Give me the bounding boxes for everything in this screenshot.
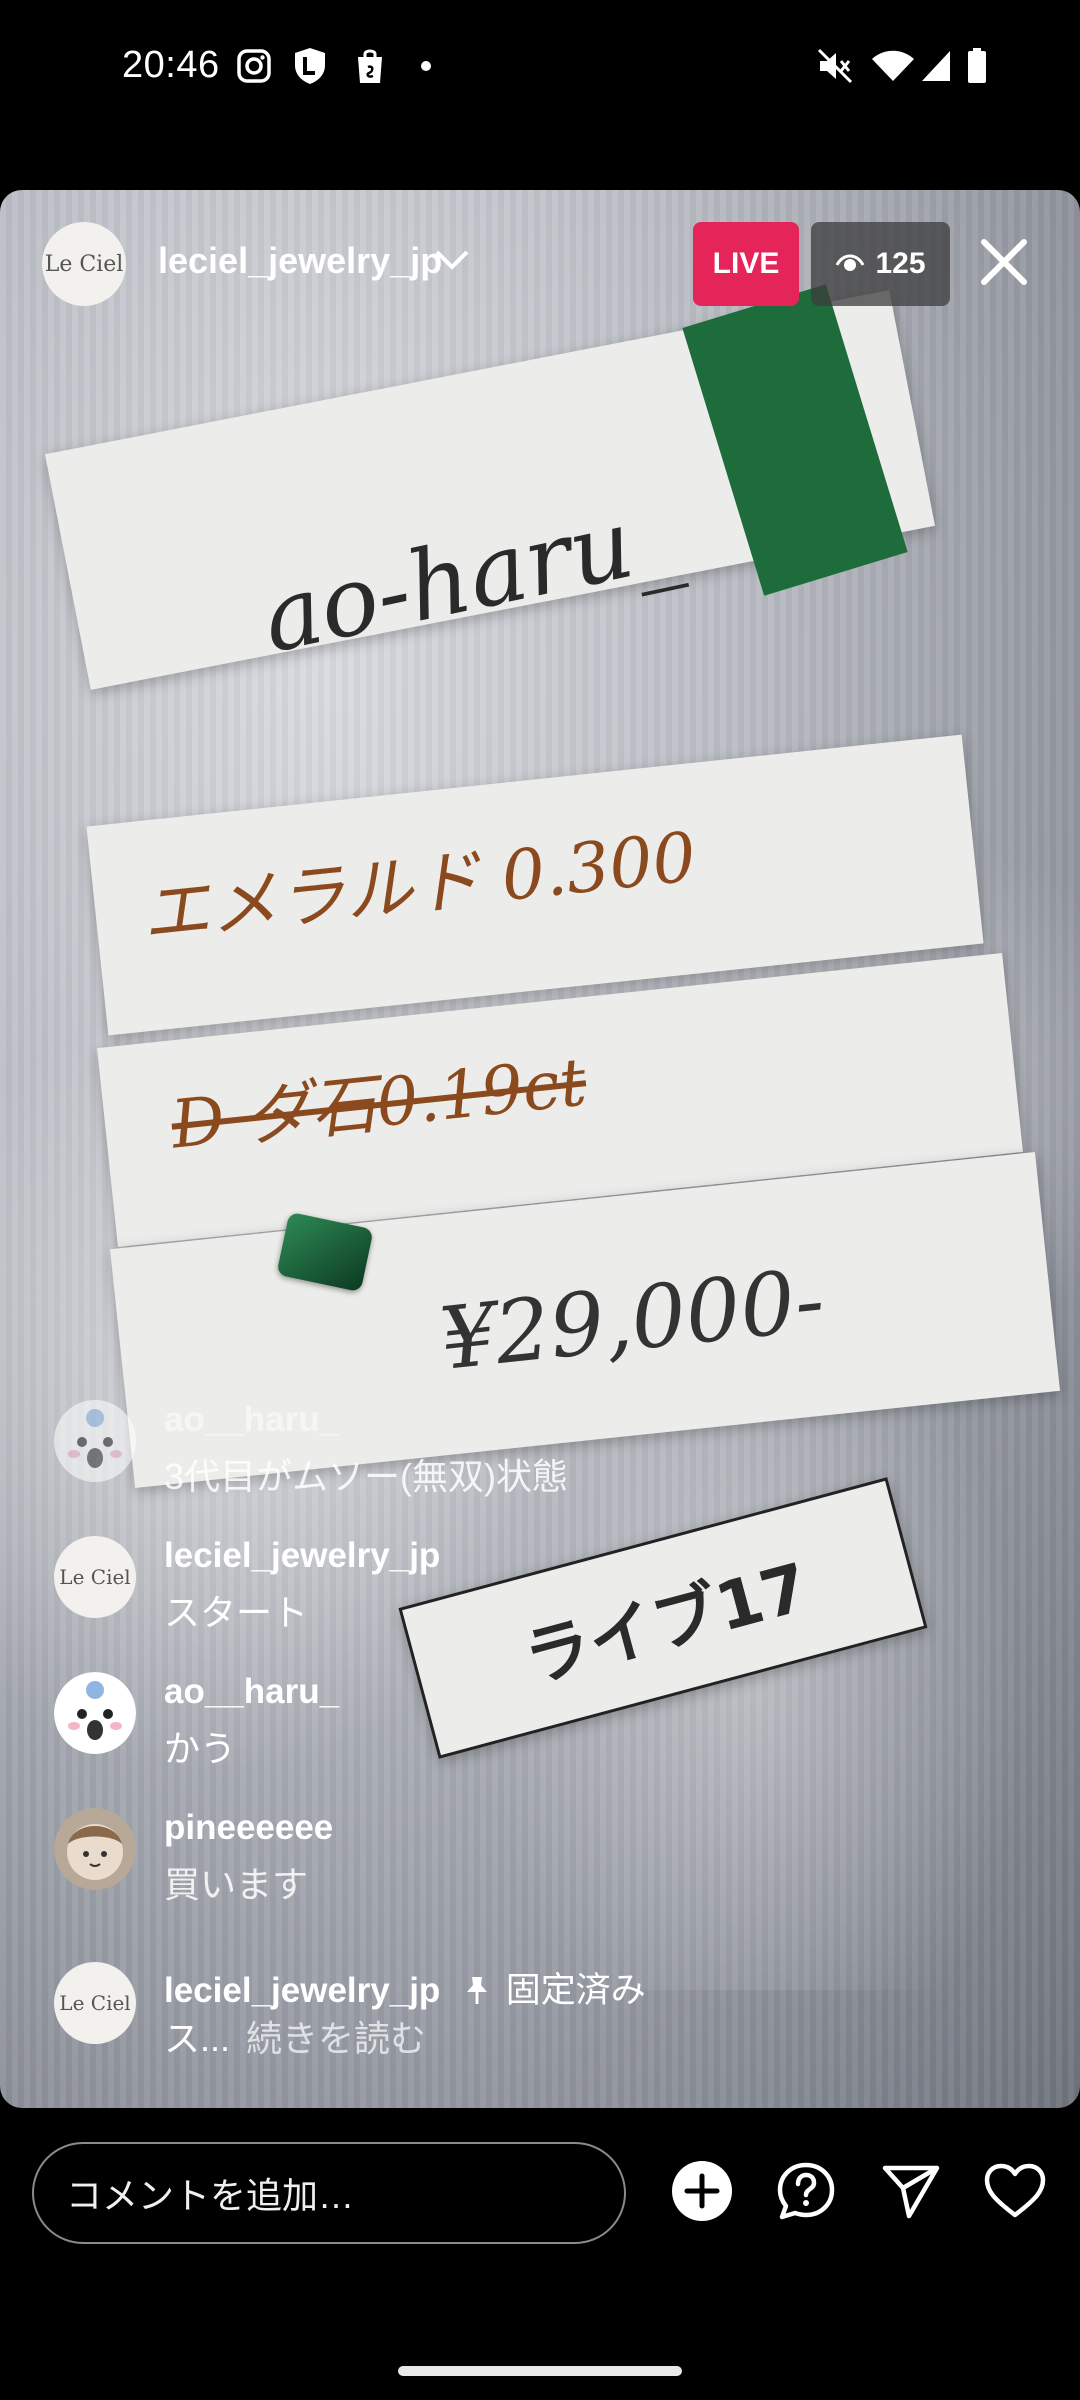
like-button[interactable] <box>980 2158 1050 2228</box>
close-icon <box>980 238 1028 291</box>
comment-text: 3代目がムソー(無双)状態 <box>164 1456 568 1497</box>
status-bar: 20:46 <box>0 0 1080 140</box>
comment-username[interactable]: ao__haru_ <box>164 1400 339 1440</box>
commenter-avatar <box>54 1400 136 1482</box>
mute-icon <box>814 46 856 86</box>
chevron-down-icon[interactable] <box>434 248 470 277</box>
comment-text-row: ス... 続きを読む <box>164 2010 426 2062</box>
comment-username[interactable]: ao__haru_ <box>164 1672 339 1712</box>
commenter-avatar <box>54 1672 136 1754</box>
pinned-label: 固定済み <box>505 1971 646 2010</box>
comment-username[interactable]: pineeeeee <box>164 1808 333 1848</box>
lock-shield-icon <box>290 46 330 86</box>
comment-input[interactable]: コメントを追加… <box>32 2142 626 2244</box>
commenter-avatar: Le Ciel <box>54 1536 136 1618</box>
host-name[interactable]: leciel_jewelry_jp <box>158 240 442 282</box>
comment-username-row: leciel_jewelry_jp 固定済み <box>164 1962 646 2013</box>
status-time: 20:46 <box>122 44 220 86</box>
question-icon <box>776 2161 836 2226</box>
instagram-icon <box>234 46 274 86</box>
comment-text: ス... <box>164 2018 231 2059</box>
battery-icon <box>962 46 992 86</box>
eye-icon <box>835 247 865 281</box>
close-button[interactable] <box>970 230 1038 298</box>
comment-item[interactable]: ao__haru_ 3代目がムソー(無双)状態 <box>54 1400 814 1500</box>
question-button[interactable] <box>771 2158 841 2228</box>
send-icon <box>881 2162 941 2225</box>
viewer-count-badge[interactable]: 125 <box>811 222 950 306</box>
read-more-link[interactable]: 続きを読む <box>246 2018 426 2059</box>
live-badge: LIVE <box>693 222 799 306</box>
add-icon <box>671 2160 733 2227</box>
comment-item[interactable]: pineeeeee 買います <box>54 1808 814 1908</box>
home-indicator[interactable] <box>398 2366 682 2376</box>
dot-icon <box>416 46 436 86</box>
comment-item[interactable]: Le Ciel leciel_jewelry_jp スタート <box>54 1536 814 1636</box>
commenter-avatar <box>54 1808 136 1890</box>
pin-icon <box>464 1971 500 2010</box>
commenter-avatar: Le Ciel <box>54 1962 136 2044</box>
heart-icon <box>984 2163 1046 2224</box>
comment-item[interactable]: ao__haru_ かう <box>54 1672 814 1772</box>
wifi-icon <box>870 46 916 86</box>
add-button[interactable] <box>667 2158 737 2228</box>
comment-text: かう <box>164 1728 237 1769</box>
host-avatar[interactable]: Le Ciel <box>42 222 126 306</box>
comment-placeholder: コメントを追加… <box>66 2175 355 2216</box>
comment-text: スタート <box>164 1592 309 1633</box>
pinned-comment[interactable]: Le Ciel leciel_jewelry_jp 固定済み ス... 続きを読… <box>54 1962 954 2062</box>
shopping-bag-icon <box>350 46 390 86</box>
comment-username[interactable]: leciel_jewelry_jp <box>164 1536 440 1576</box>
comment-username[interactable]: leciel_jewelry_jp <box>164 1971 440 2010</box>
comment-text: 買います <box>164 1864 309 1905</box>
share-button[interactable] <box>876 2158 946 2228</box>
signal-icon <box>918 46 954 86</box>
viewer-count: 125 <box>875 247 926 280</box>
